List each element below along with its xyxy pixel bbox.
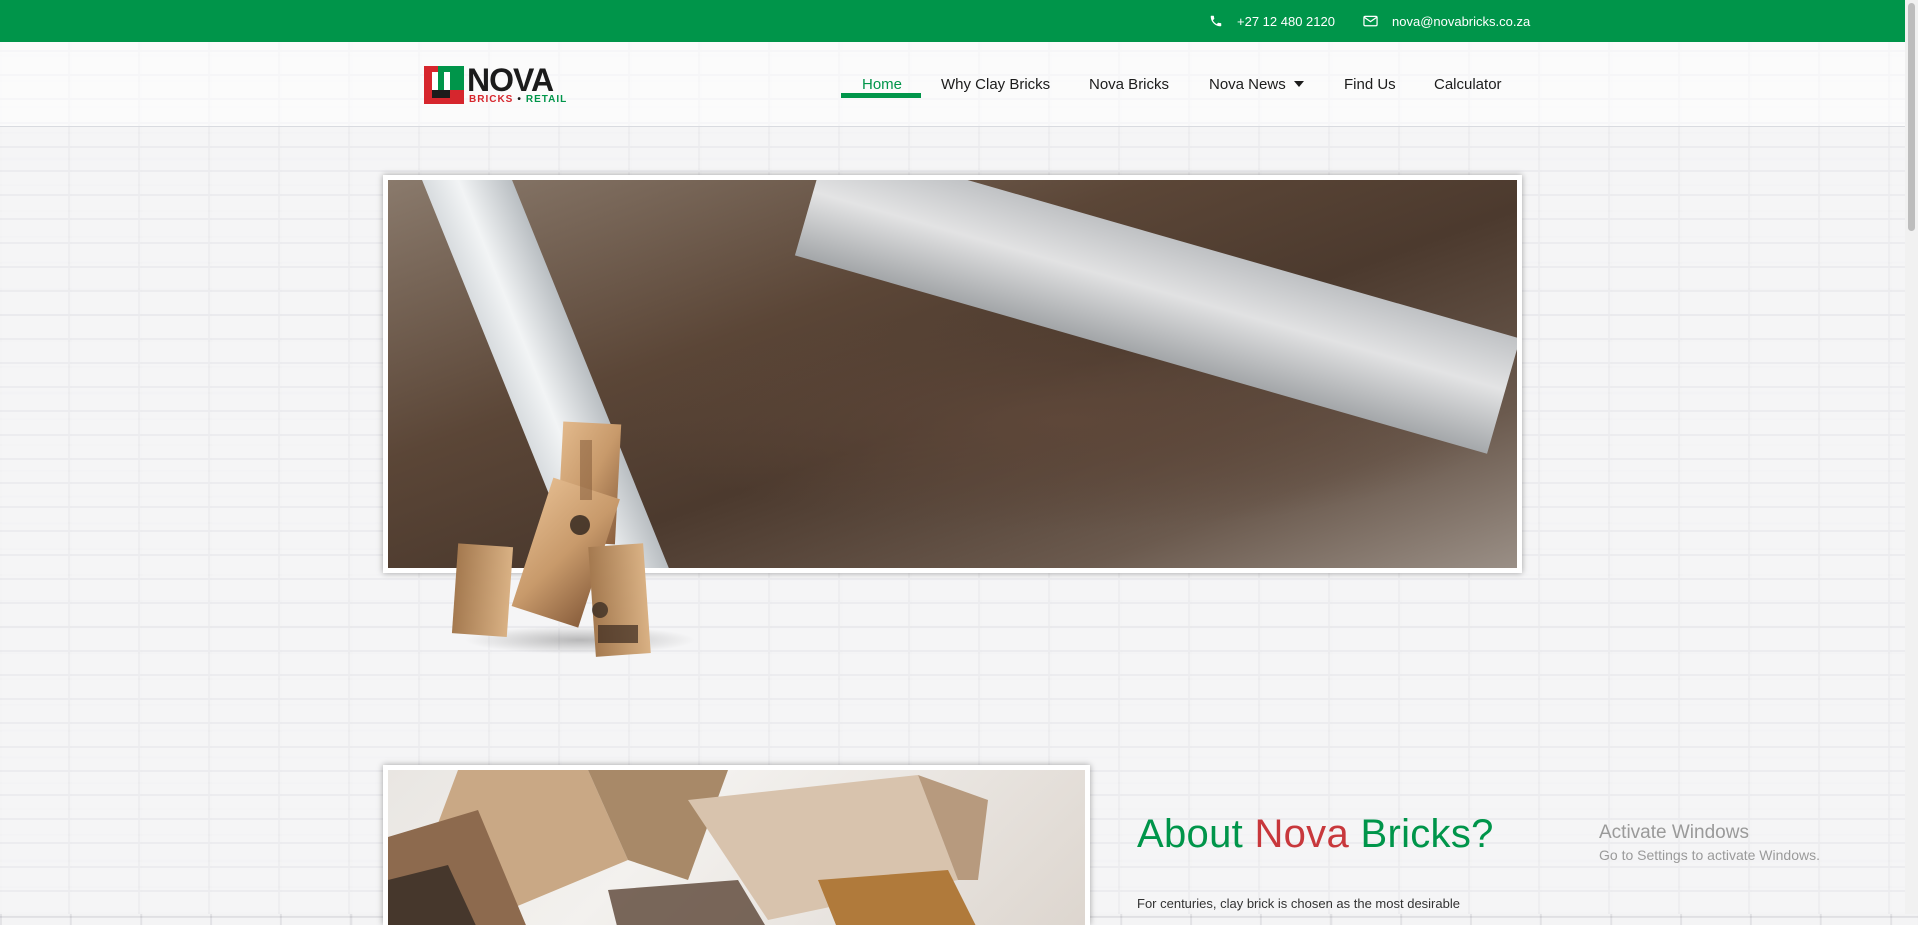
nav-why-clay-bricks[interactable]: Why Clay Bricks (941, 42, 1050, 126)
page-scrollbar[interactable] (1905, 0, 1918, 914)
brick-stack-image (451, 421, 695, 657)
phone-number: +27 12 480 2120 (1237, 13, 1335, 29)
nav-why-clay-bricks-label: Why Clay Bricks (941, 75, 1051, 93)
about-heading-part2: Nova (1254, 812, 1350, 856)
main-navigation: Home Why Clay Bricks Nova Bricks Nova Ne… (0, 42, 1905, 126)
nav-calculator[interactable]: Calculator (1434, 42, 1502, 126)
top-contact-bar: +27 12 480 2120 nova@novabricks.co.za (0, 0, 1905, 42)
envelope-icon (1363, 15, 1378, 27)
about-heading: About Nova Bricks? (1137, 812, 1494, 857)
nav-active-indicator (841, 93, 921, 98)
chevron-down-icon (1293, 80, 1304, 87)
about-paragraph: For centuries, clay brick is chosen as t… (1137, 896, 1460, 911)
nav-home-label: Home (862, 75, 903, 93)
nav-calculator-label: Calculator (1434, 75, 1502, 93)
nav-nova-bricks[interactable]: Nova Bricks (1089, 42, 1169, 126)
nav-nova-news-label: Nova News (1209, 75, 1286, 93)
watermark-title: Activate Windows (1599, 822, 1749, 843)
about-bricks-image (388, 770, 1085, 925)
windows-activation-watermark: Activate Windows Go to Settings to activ… (1599, 822, 1820, 863)
nav-find-us[interactable]: Find Us (1344, 42, 1396, 126)
about-image-frame (383, 765, 1090, 925)
email-contact[interactable]: nova@novabricks.co.za (1363, 0, 1530, 42)
scrollbar-thumb[interactable] (1908, 3, 1915, 231)
nav-nova-bricks-label: Nova Bricks (1089, 75, 1170, 93)
phone-contact[interactable]: +27 12 480 2120 (1209, 0, 1335, 42)
about-heading-part3: Bricks? (1360, 812, 1494, 856)
hero-image-rail-right (794, 180, 1517, 454)
about-heading-part1: About (1137, 812, 1244, 856)
nav-home[interactable]: Home (862, 42, 902, 126)
watermark-subtitle: Go to Settings to activate Windows. (1599, 847, 1820, 863)
about-bricks-photo-shapes (388, 770, 988, 925)
nav-nova-news[interactable]: Nova News (1209, 42, 1304, 126)
phone-icon (1210, 15, 1222, 27)
email-address: nova@novabricks.co.za (1392, 13, 1531, 29)
nav-find-us-label: Find Us (1344, 75, 1396, 93)
